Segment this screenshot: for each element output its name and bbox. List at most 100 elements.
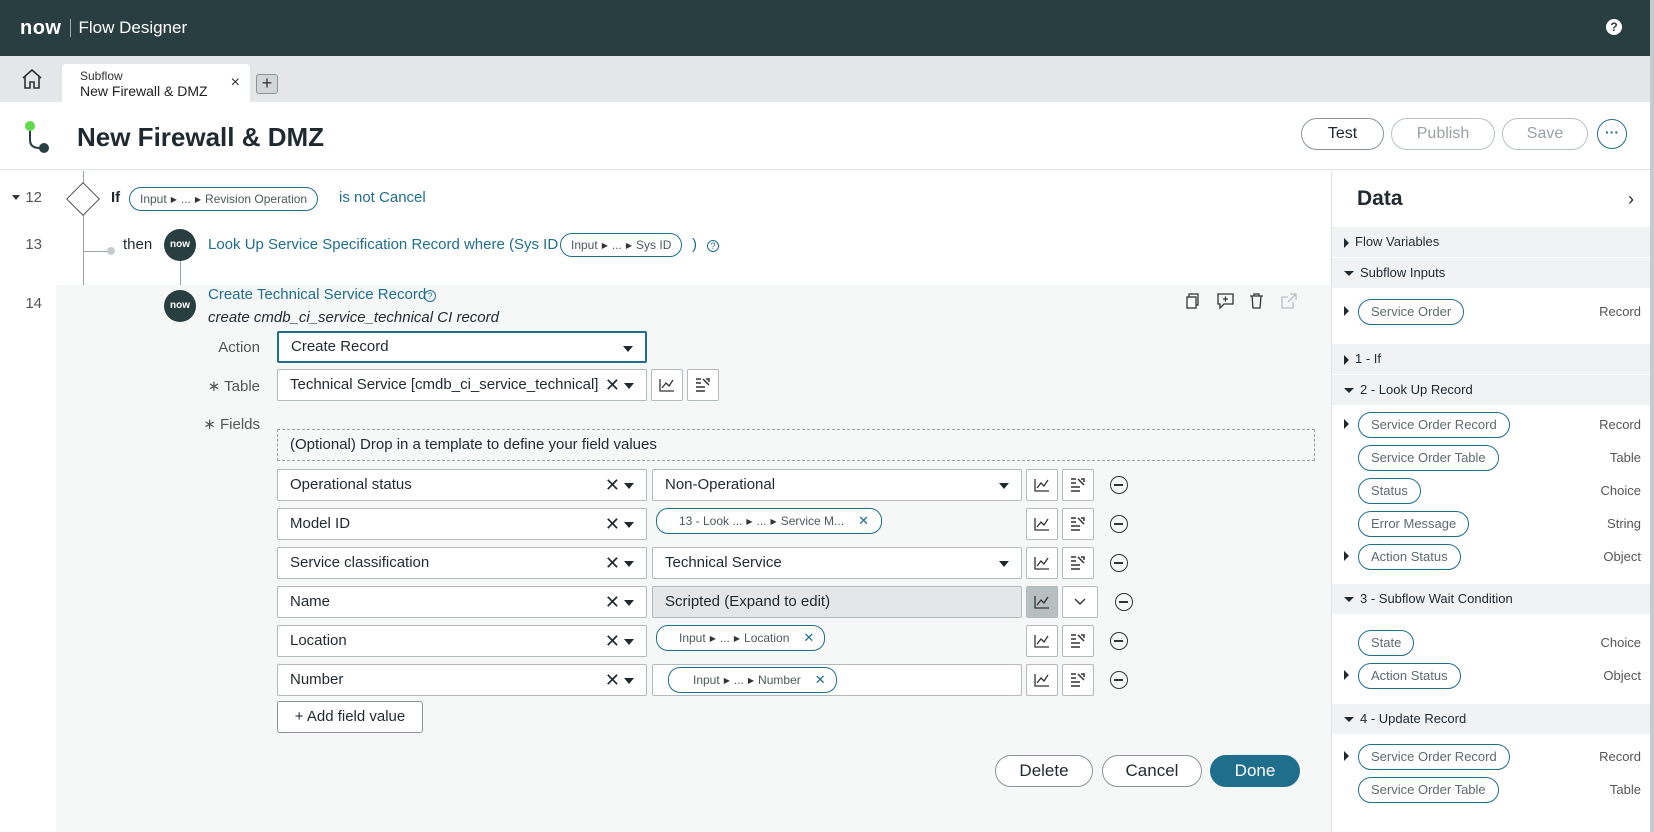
more-options-button[interactable]: ··· bbox=[1597, 119, 1627, 149]
help-icon[interactable]: ? bbox=[1606, 19, 1622, 35]
data-item[interactable]: Service Order Record Record bbox=[1332, 408, 1654, 440]
remove-pill-icon[interactable]: ✕ bbox=[803, 630, 814, 646]
field-select[interactable]: Model ID ✕ bbox=[277, 508, 647, 540]
info-icon[interactable]: ? bbox=[707, 240, 719, 252]
clear-icon[interactable]: ✕ bbox=[605, 587, 620, 617]
section-2-look-up-record[interactable]: 2 - Look Up Record bbox=[1332, 375, 1654, 405]
data-pill[interactable]: Service Order bbox=[1358, 299, 1465, 325]
section-flow-variables[interactable]: Flow Variables bbox=[1332, 227, 1654, 257]
remove-icon[interactable] bbox=[1110, 476, 1128, 494]
data-item[interactable]: Service Order Record bbox=[1332, 295, 1654, 327]
data-pill[interactable]: Action Status bbox=[1358, 544, 1461, 570]
condition-builder-button[interactable] bbox=[1062, 664, 1094, 696]
page-scrollbar[interactable] bbox=[1650, 0, 1654, 832]
script-value[interactable]: Scripted (Expand to edit) bbox=[652, 586, 1022, 618]
step-13[interactable]: 13 then now Look Up Service Specificatio… bbox=[0, 225, 1331, 265]
clear-icon[interactable]: ✕ bbox=[605, 470, 620, 500]
remove-icon[interactable] bbox=[1110, 515, 1128, 533]
section-3-subflow-wait-condition[interactable]: 3 - Subflow Wait Condition bbox=[1332, 584, 1654, 614]
data-item[interactable]: State Choice bbox=[1332, 626, 1654, 658]
data-pill[interactable]: Service Order Record bbox=[1358, 744, 1510, 770]
condition-builder-button[interactable] bbox=[687, 369, 719, 401]
condition-text[interactable]: is not Cancel bbox=[339, 189, 426, 206]
expand-icon[interactable] bbox=[1344, 306, 1349, 316]
chevron-right-icon[interactable]: › bbox=[1628, 189, 1634, 210]
data-pill[interactable]: Action Status bbox=[1358, 663, 1461, 689]
field-select[interactable]: Name ✕ bbox=[277, 586, 647, 618]
open-external-icon[interactable] bbox=[1281, 293, 1297, 314]
save-button[interactable]: Save bbox=[1502, 118, 1588, 150]
clear-icon[interactable]: ✕ bbox=[605, 548, 620, 578]
copy-icon[interactable] bbox=[1185, 293, 1201, 314]
step-12[interactable]: 12 If Input ▶... ▶ Revision Operation is no… bbox=[0, 182, 1331, 216]
data-pill[interactable]: Input ▶... ▶ Revision Operation bbox=[129, 187, 319, 211]
data-pill[interactable]: State bbox=[1358, 630, 1415, 656]
trash-icon[interactable] bbox=[1249, 292, 1264, 314]
step-description[interactable]: Look Up Service Specification Record whe… bbox=[208, 236, 573, 253]
test-button[interactable]: Test bbox=[1301, 118, 1384, 150]
add-field-value-button[interactable]: + Add field value bbox=[277, 701, 423, 733]
action-select[interactable]: Create Record bbox=[277, 331, 647, 363]
clear-icon[interactable]: ✕ bbox=[605, 370, 620, 400]
publish-button[interactable]: Publish bbox=[1391, 118, 1495, 150]
close-icon[interactable]: × bbox=[231, 74, 240, 92]
remove-pill-icon[interactable]: ✕ bbox=[858, 513, 869, 529]
data-item[interactable]: Action Status Object bbox=[1332, 659, 1654, 691]
comment-icon[interactable] bbox=[1217, 293, 1234, 314]
done-button[interactable]: Done bbox=[1210, 755, 1300, 787]
condition-builder-button[interactable] bbox=[1062, 469, 1094, 501]
expand-icon[interactable] bbox=[1344, 670, 1349, 680]
data-pill-picker-button[interactable] bbox=[1026, 625, 1058, 657]
step-title[interactable]: Create Technical Service Record bbox=[208, 286, 426, 303]
data-pill-picker-button[interactable] bbox=[1026, 547, 1058, 579]
expand-icon[interactable] bbox=[1344, 419, 1349, 429]
remove-icon[interactable] bbox=[1110, 554, 1128, 572]
data-pill[interactable]: Service Order Table bbox=[1358, 777, 1499, 803]
condition-builder-button[interactable] bbox=[1062, 547, 1094, 579]
template-dropzone[interactable]: (Optional) Drop in a template to define … bbox=[277, 429, 1315, 461]
data-pill-picker-button[interactable] bbox=[1026, 469, 1058, 501]
section-subflow-inputs[interactable]: Subflow Inputs bbox=[1332, 258, 1654, 288]
data-item[interactable]: Service Order Table Table bbox=[1332, 773, 1654, 805]
remove-pill-icon[interactable]: ✕ bbox=[815, 672, 826, 688]
data-pill[interactable]: 13 - Look ... ▶... ▶ Service M... ✕ bbox=[656, 508, 882, 534]
data-pill[interactable]: Error Message bbox=[1358, 511, 1470, 537]
data-pill[interactable]: Service Order Table bbox=[1358, 445, 1499, 471]
data-item[interactable]: Status Choice bbox=[1332, 474, 1654, 506]
delete-button[interactable]: Delete bbox=[995, 755, 1093, 787]
expand-icon[interactable] bbox=[1344, 551, 1349, 561]
section-4-update-record[interactable]: 4 - Update Record bbox=[1332, 704, 1654, 734]
data-pill-picker-button[interactable] bbox=[1026, 664, 1058, 696]
data-pill[interactable]: Input ▶... ▶ Sys ID bbox=[560, 233, 683, 257]
data-pill[interactable]: Service Order Record bbox=[1358, 412, 1510, 438]
remove-icon[interactable] bbox=[1110, 671, 1128, 689]
data-item[interactable]: Service Order Table Table bbox=[1332, 441, 1654, 473]
home-icon[interactable] bbox=[20, 68, 44, 90]
script-toggle-button[interactable] bbox=[1026, 586, 1058, 618]
remove-icon[interactable] bbox=[1115, 593, 1133, 611]
data-pill-picker-button[interactable] bbox=[651, 369, 683, 401]
value-select[interactable]: Technical Service bbox=[652, 547, 1022, 579]
clear-icon[interactable]: ✕ bbox=[605, 665, 620, 695]
data-item[interactable]: Action Status Object bbox=[1332, 540, 1654, 572]
table-select[interactable]: Technical Service [cmdb_ci_service_techn… bbox=[277, 369, 647, 401]
data-pill[interactable]: Input ▶... ▶ Location ✕ bbox=[656, 625, 826, 651]
add-tab-button[interactable]: + bbox=[256, 74, 278, 94]
condition-builder-button[interactable] bbox=[1062, 508, 1094, 540]
data-pill[interactable]: Input ▶... ▶ Number ✕ bbox=[668, 667, 837, 693]
field-select[interactable]: Service classification ✕ bbox=[277, 547, 647, 579]
tab-subflow[interactable]: Subflow New Firewall & DMZ × bbox=[62, 64, 250, 102]
expand-icon[interactable] bbox=[1344, 751, 1349, 761]
now-logo[interactable]: now bbox=[20, 17, 62, 40]
clear-icon[interactable]: ✕ bbox=[605, 626, 620, 656]
value-select[interactable]: Non-Operational bbox=[652, 469, 1022, 501]
field-select[interactable]: Operational status ✕ bbox=[277, 469, 647, 501]
field-select[interactable]: Number ✕ bbox=[277, 664, 647, 696]
clear-icon[interactable]: ✕ bbox=[605, 509, 620, 539]
info-icon[interactable]: ? bbox=[424, 290, 436, 302]
data-item[interactable]: Error Message String bbox=[1332, 507, 1654, 539]
section-1-if[interactable]: 1 - If bbox=[1332, 344, 1654, 374]
data-pill[interactable]: Status bbox=[1358, 478, 1421, 504]
data-item[interactable]: Service Order Record Record bbox=[1332, 740, 1654, 772]
cancel-button[interactable]: Cancel bbox=[1102, 755, 1202, 787]
